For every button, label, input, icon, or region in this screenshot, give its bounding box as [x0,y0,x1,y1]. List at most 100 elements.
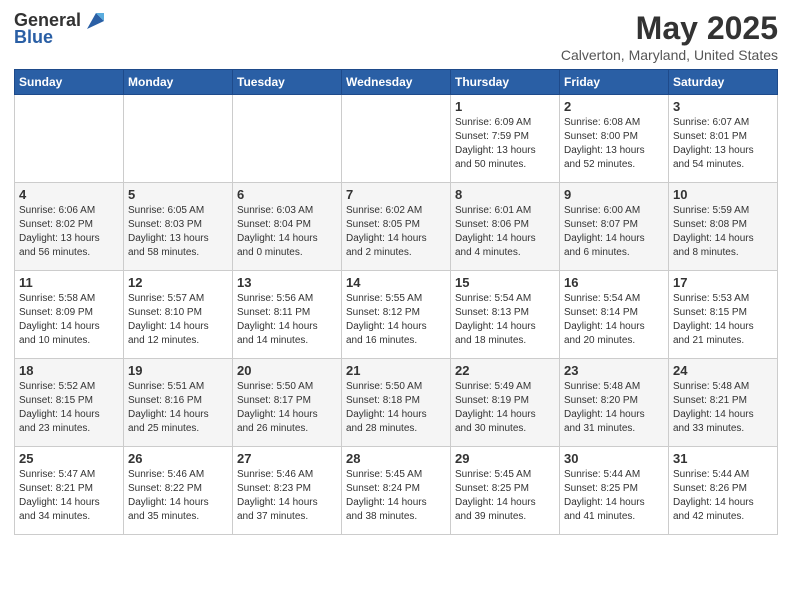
day-info: Sunrise: 6:00 AMSunset: 8:07 PMDaylight:… [564,204,664,260]
calendar-cell: 11 Sunrise: 5:58 AMSunset: 8:09 PMDayligh… [15,271,124,359]
day-info: Sunrise: 5:50 AMSunset: 8:17 PMDaylight:… [237,380,337,436]
day-info: Sunrise: 5:52 AMSunset: 8:15 PMDaylight:… [19,380,119,436]
day-number: 26 [128,451,228,466]
day-info: Sunrise: 5:53 AMSunset: 8:15 PMDaylight:… [673,292,773,348]
calendar-cell: 30 Sunrise: 5:44 AMSunset: 8:25 PMDayligh… [560,447,669,535]
title-area: May 2025 Calverton, Maryland, United Sta… [561,10,778,63]
day-info: Sunrise: 5:54 AMSunset: 8:14 PMDaylight:… [564,292,664,348]
day-info: Sunrise: 5:48 AMSunset: 8:20 PMDaylight:… [564,380,664,436]
day-number: 21 [346,363,446,378]
day-number: 11 [19,275,119,290]
calendar-cell: 8 Sunrise: 6:01 AMSunset: 8:06 PMDaylight… [451,183,560,271]
calendar-cell: 14Sunrise: 5:55 AMSunset: 8:12 PMDayligh… [342,271,451,359]
day-info: Sunrise: 5:47 AMSunset: 8:21 PMDaylight:… [19,468,119,524]
weekday-header-wednesday: Wednesday [342,70,451,95]
calendar-cell [15,95,124,183]
day-info: Sunrise: 5:48 AMSunset: 8:21 PMDaylight:… [673,380,773,436]
logo-icon [82,11,104,31]
weekday-header-sunday: Sunday [15,70,124,95]
day-number: 19 [128,363,228,378]
calendar-cell: 24 Sunrise: 5:48 AMSunset: 8:21 PMDayligh… [669,359,778,447]
day-number: 17 [673,275,773,290]
day-info: Sunrise: 5:49 AMSunset: 8:19 PMDaylight:… [455,380,555,436]
day-info: Sunrise: 5:44 AMSunset: 8:25 PMDaylight:… [564,468,664,524]
calendar-cell: 17 Sunrise: 5:53 AMSunset: 8:15 PMDayligh… [669,271,778,359]
day-number: 13 [237,275,337,290]
day-info: Sunrise: 5:56 AMSunset: 8:11 PMDaylight:… [237,292,337,348]
day-info: Sunrise: 5:46 AMSunset: 8:23 PMDaylight:… [237,468,337,524]
calendar-cell: 12Sunrise: 5:57 AMSunset: 8:10 PMDayligh… [124,271,233,359]
day-number: 7 [346,187,446,202]
day-info: Sunrise: 5:54 AMSunset: 8:13 PMDaylight:… [455,292,555,348]
calendar-cell: 28 Sunrise: 5:45 AMSunset: 8:24 PMDayligh… [342,447,451,535]
day-number: 25 [19,451,119,466]
day-info: Sunrise: 5:51 AMSunset: 8:16 PMDaylight:… [128,380,228,436]
day-number: 20 [237,363,337,378]
calendar-cell: 6Sunrise: 6:03 AMSunset: 8:04 PMDaylight… [233,183,342,271]
day-number: 30 [564,451,664,466]
calendar-week-row: 25 Sunrise: 5:47 AMSunset: 8:21 PMDayligh… [15,447,778,535]
day-info: Sunrise: 5:58 AMSunset: 8:09 PMDaylight:… [19,292,119,348]
weekday-header-row: SundayMondayTuesdayWednesdayThursdayFrid… [15,70,778,95]
calendar-cell: 3 Sunrise: 6:07 AMSunset: 8:01 PMDaylight… [669,95,778,183]
day-number: 31 [673,451,773,466]
day-number: 3 [673,99,773,114]
calendar-week-row: 11 Sunrise: 5:58 AMSunset: 8:09 PMDayligh… [15,271,778,359]
calendar-cell: 7 Sunrise: 6:02 AMSunset: 8:05 PMDaylight… [342,183,451,271]
calendar-cell: 19 Sunrise: 5:51 AMSunset: 8:16 PMDayligh… [124,359,233,447]
day-info: Sunrise: 5:44 AMSunset: 8:26 PMDaylight:… [673,468,773,524]
day-info: Sunrise: 6:01 AMSunset: 8:06 PMDaylight:… [455,204,555,260]
header: General Blue May 2025 Calverton, Marylan… [14,10,778,63]
calendar-cell [124,95,233,183]
calendar-cell: 16 Sunrise: 5:54 AMSunset: 8:14 PMDayligh… [560,271,669,359]
calendar-cell: 20 Sunrise: 5:50 AMSunset: 8:17 PMDayligh… [233,359,342,447]
main-title: May 2025 [561,10,778,47]
page: General Blue May 2025 Calverton, Marylan… [0,0,792,612]
calendar-cell: 2 Sunrise: 6:08 AMSunset: 8:00 PMDaylight… [560,95,669,183]
calendar-table: SundayMondayTuesdayWednesdayThursdayFrid… [14,69,778,535]
weekday-header-monday: Monday [124,70,233,95]
calendar-week-row: 18Sunrise: 5:52 AMSunset: 8:15 PMDayligh… [15,359,778,447]
calendar-week-row: 4 Sunrise: 6:06 AMSunset: 8:02 PMDaylight… [15,183,778,271]
day-info: Sunrise: 6:09 AMSunset: 7:59 PMDaylight:… [455,116,555,172]
day-info: Sunrise: 6:07 AMSunset: 8:01 PMDaylight:… [673,116,773,172]
calendar-cell: 5 Sunrise: 6:05 AMSunset: 8:03 PMDaylight… [124,183,233,271]
day-info: Sunrise: 6:05 AMSunset: 8:03 PMDaylight:… [128,204,228,260]
calendar-cell: 9 Sunrise: 6:00 AMSunset: 8:07 PMDaylight… [560,183,669,271]
calendar-cell [233,95,342,183]
day-info: Sunrise: 5:50 AMSunset: 8:18 PMDaylight:… [346,380,446,436]
day-number: 12 [128,275,228,290]
logo-blue-text: Blue [14,27,53,48]
day-info: Sunrise: 6:06 AMSunset: 8:02 PMDaylight:… [19,204,119,260]
day-info: Sunrise: 5:45 AMSunset: 8:24 PMDaylight:… [346,468,446,524]
weekday-header-friday: Friday [560,70,669,95]
day-number: 4 [19,187,119,202]
calendar-cell: 10 Sunrise: 5:59 AMSunset: 8:08 PMDayligh… [669,183,778,271]
day-number: 23 [564,363,664,378]
calendar-cell: 27Sunrise: 5:46 AMSunset: 8:23 PMDayligh… [233,447,342,535]
day-info: Sunrise: 6:08 AMSunset: 8:00 PMDaylight:… [564,116,664,172]
calendar-cell: 25 Sunrise: 5:47 AMSunset: 8:21 PMDayligh… [15,447,124,535]
day-number: 2 [564,99,664,114]
day-number: 10 [673,187,773,202]
day-number: 5 [128,187,228,202]
calendar-cell: 29Sunrise: 5:45 AMSunset: 8:25 PMDayligh… [451,447,560,535]
day-info: Sunrise: 5:46 AMSunset: 8:22 PMDaylight:… [128,468,228,524]
day-info: Sunrise: 5:59 AMSunset: 8:08 PMDaylight:… [673,204,773,260]
day-number: 8 [455,187,555,202]
day-number: 24 [673,363,773,378]
day-number: 9 [564,187,664,202]
day-number: 16 [564,275,664,290]
calendar-week-row: 1Sunrise: 6:09 AMSunset: 7:59 PMDaylight… [15,95,778,183]
calendar-cell: 31 Sunrise: 5:44 AMSunset: 8:26 PMDayligh… [669,447,778,535]
logo: General Blue [14,10,104,48]
day-info: Sunrise: 5:45 AMSunset: 8:25 PMDaylight:… [455,468,555,524]
calendar-cell: 18Sunrise: 5:52 AMSunset: 8:15 PMDayligh… [15,359,124,447]
calendar-cell: 26 Sunrise: 5:46 AMSunset: 8:22 PMDayligh… [124,447,233,535]
day-number: 28 [346,451,446,466]
calendar-cell: 4 Sunrise: 6:06 AMSunset: 8:02 PMDaylight… [15,183,124,271]
day-info: Sunrise: 6:02 AMSunset: 8:05 PMDaylight:… [346,204,446,260]
calendar-cell: 15Sunrise: 5:54 AMSunset: 8:13 PMDayligh… [451,271,560,359]
day-number: 6 [237,187,337,202]
calendar-cell: 21 Sunrise: 5:50 AMSunset: 8:18 PMDayligh… [342,359,451,447]
